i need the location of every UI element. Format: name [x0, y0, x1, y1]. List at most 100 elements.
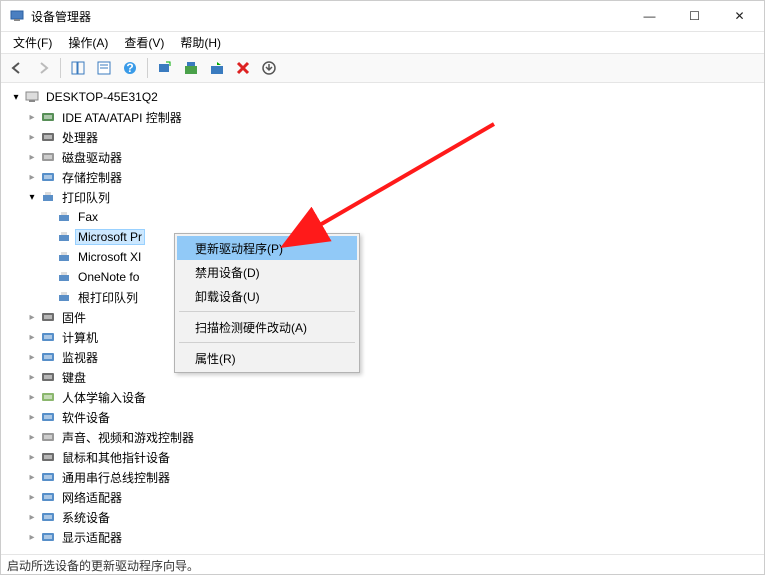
- audio-icon: [40, 429, 56, 445]
- expand-icon[interactable]: [25, 392, 39, 403]
- tree-category-printers[interactable]: 打印队列: [7, 187, 764, 207]
- tree-label: 显示适配器: [60, 529, 124, 546]
- menu-view[interactable]: 查看(V): [116, 32, 172, 53]
- storage-icon: [40, 169, 56, 185]
- legacy-button[interactable]: [257, 56, 281, 80]
- tree-category[interactable]: 磁盘驱动器: [7, 147, 764, 167]
- expand-icon[interactable]: [25, 312, 39, 323]
- tree-category[interactable]: 网络适配器: [7, 487, 764, 507]
- expand-icon[interactable]: [25, 372, 39, 383]
- expand-icon[interactable]: [9, 92, 23, 103]
- expand-icon[interactable]: [25, 132, 39, 143]
- tree-device[interactable]: Microsoft Pr: [7, 227, 764, 247]
- expand-icon[interactable]: [25, 452, 39, 463]
- tree-category[interactable]: 存储控制器: [7, 167, 764, 187]
- tree-label: 监视器: [60, 349, 100, 366]
- expand-icon[interactable]: [25, 332, 39, 343]
- tree-category[interactable]: IDE ATA/ATAPI 控制器: [7, 107, 764, 127]
- tree-category[interactable]: 显示适配器: [7, 527, 764, 547]
- tree-label: 声音、视频和游戏控制器: [60, 429, 196, 446]
- tree-label: 通用串行总线控制器: [60, 469, 172, 486]
- ctx-separator: [179, 311, 355, 312]
- expand-icon[interactable]: [25, 152, 39, 163]
- toolbar-separator: [147, 58, 148, 78]
- expand-icon[interactable]: [25, 412, 39, 423]
- menu-bar: 文件(F) 操作(A) 查看(V) 帮助(H): [1, 31, 764, 53]
- tree-label: Microsoft XI: [76, 250, 143, 264]
- expand-icon[interactable]: [25, 432, 39, 443]
- disable-button[interactable]: [205, 56, 229, 80]
- tree-category[interactable]: 计算机: [7, 327, 764, 347]
- ctx-uninstall-device[interactable]: 卸载设备(U): [177, 284, 357, 308]
- tree-label: Microsoft Pr: [76, 230, 144, 244]
- forward-button[interactable]: [31, 56, 55, 80]
- firmware-icon: [40, 309, 56, 325]
- ctx-update-driver[interactable]: 更新驱动程序(P): [177, 236, 357, 260]
- ide-icon: [40, 109, 56, 125]
- cpu-icon: [40, 129, 56, 145]
- help-button[interactable]: ?: [118, 56, 142, 80]
- tree-category[interactable]: 鼠标和其他指针设备: [7, 447, 764, 467]
- properties-button[interactable]: [92, 56, 116, 80]
- computer-icon: [24, 89, 40, 105]
- tree-category[interactable]: 固件: [7, 307, 764, 327]
- tree-label: 磁盘驱动器: [60, 149, 124, 166]
- tree-device[interactable]: Microsoft XI: [7, 247, 764, 267]
- showhide-button[interactable]: [66, 56, 90, 80]
- device-tree[interactable]: DESKTOP-45E31Q2 IDE ATA/ATAPI 控制器 处理器 磁盘…: [1, 83, 764, 553]
- printer-icon: [56, 269, 72, 285]
- ctx-disable-device[interactable]: 禁用设备(D): [177, 260, 357, 284]
- tree-label: 鼠标和其他指针设备: [60, 449, 172, 466]
- expand-icon[interactable]: [25, 492, 39, 503]
- display-icon: [40, 529, 56, 545]
- tree-category[interactable]: 键盘: [7, 367, 764, 387]
- tree-label: 网络适配器: [60, 489, 124, 506]
- software-icon: [40, 409, 56, 425]
- expand-icon[interactable]: [25, 472, 39, 483]
- tree-label: DESKTOP-45E31Q2: [44, 90, 160, 104]
- minimize-button[interactable]: —: [627, 1, 672, 31]
- menu-help[interactable]: 帮助(H): [172, 32, 229, 53]
- tree-device[interactable]: 根打印队列: [7, 287, 764, 307]
- ctx-properties[interactable]: 属性(R): [177, 346, 357, 370]
- tree-category[interactable]: 人体学输入设备: [7, 387, 764, 407]
- computer-icon: [40, 329, 56, 345]
- svg-text:?: ?: [126, 61, 133, 75]
- tree-label: OneNote fo: [76, 270, 141, 284]
- tree-label: 系统设备: [60, 509, 112, 526]
- system-icon: [40, 509, 56, 525]
- tree-category[interactable]: 声音、视频和游戏控制器: [7, 427, 764, 447]
- ctx-scan-hardware[interactable]: 扫描检测硬件改动(A): [177, 315, 357, 339]
- expand-icon[interactable]: [25, 512, 39, 523]
- mouse-icon: [40, 449, 56, 465]
- scan-button[interactable]: [153, 56, 177, 80]
- maximize-button[interactable]: ☐: [672, 1, 717, 31]
- expand-icon[interactable]: [25, 352, 39, 363]
- network-icon: [40, 489, 56, 505]
- menu-action[interactable]: 操作(A): [60, 32, 116, 53]
- context-menu: 更新驱动程序(P) 禁用设备(D) 卸载设备(U) 扫描检测硬件改动(A) 属性…: [174, 233, 360, 373]
- expand-icon[interactable]: [25, 112, 39, 123]
- tree-category[interactable]: 系统设备: [7, 507, 764, 527]
- tree-category[interactable]: 通用串行总线控制器: [7, 467, 764, 487]
- expand-icon[interactable]: [25, 532, 39, 543]
- tree-device[interactable]: Fax: [7, 207, 764, 227]
- ctx-separator: [179, 342, 355, 343]
- expand-icon[interactable]: [25, 172, 39, 183]
- update-driver-button[interactable]: [179, 56, 203, 80]
- tree-category[interactable]: 软件设备: [7, 407, 764, 427]
- printer-icon: [40, 189, 56, 205]
- title-bar: 设备管理器 — ☐ ✕: [1, 1, 764, 31]
- tree-category[interactable]: 处理器: [7, 127, 764, 147]
- tree-category[interactable]: 监视器: [7, 347, 764, 367]
- menu-file[interactable]: 文件(F): [5, 32, 60, 53]
- tree-root[interactable]: DESKTOP-45E31Q2: [7, 87, 764, 107]
- toolbar-separator: [60, 58, 61, 78]
- close-button[interactable]: ✕: [717, 1, 762, 31]
- tree-label: 计算机: [60, 329, 100, 346]
- back-button[interactable]: [5, 56, 29, 80]
- expand-icon[interactable]: [25, 192, 39, 203]
- uninstall-button[interactable]: [231, 56, 255, 80]
- tree-label: IDE ATA/ATAPI 控制器: [60, 109, 184, 126]
- tree-device[interactable]: OneNote fo: [7, 267, 764, 287]
